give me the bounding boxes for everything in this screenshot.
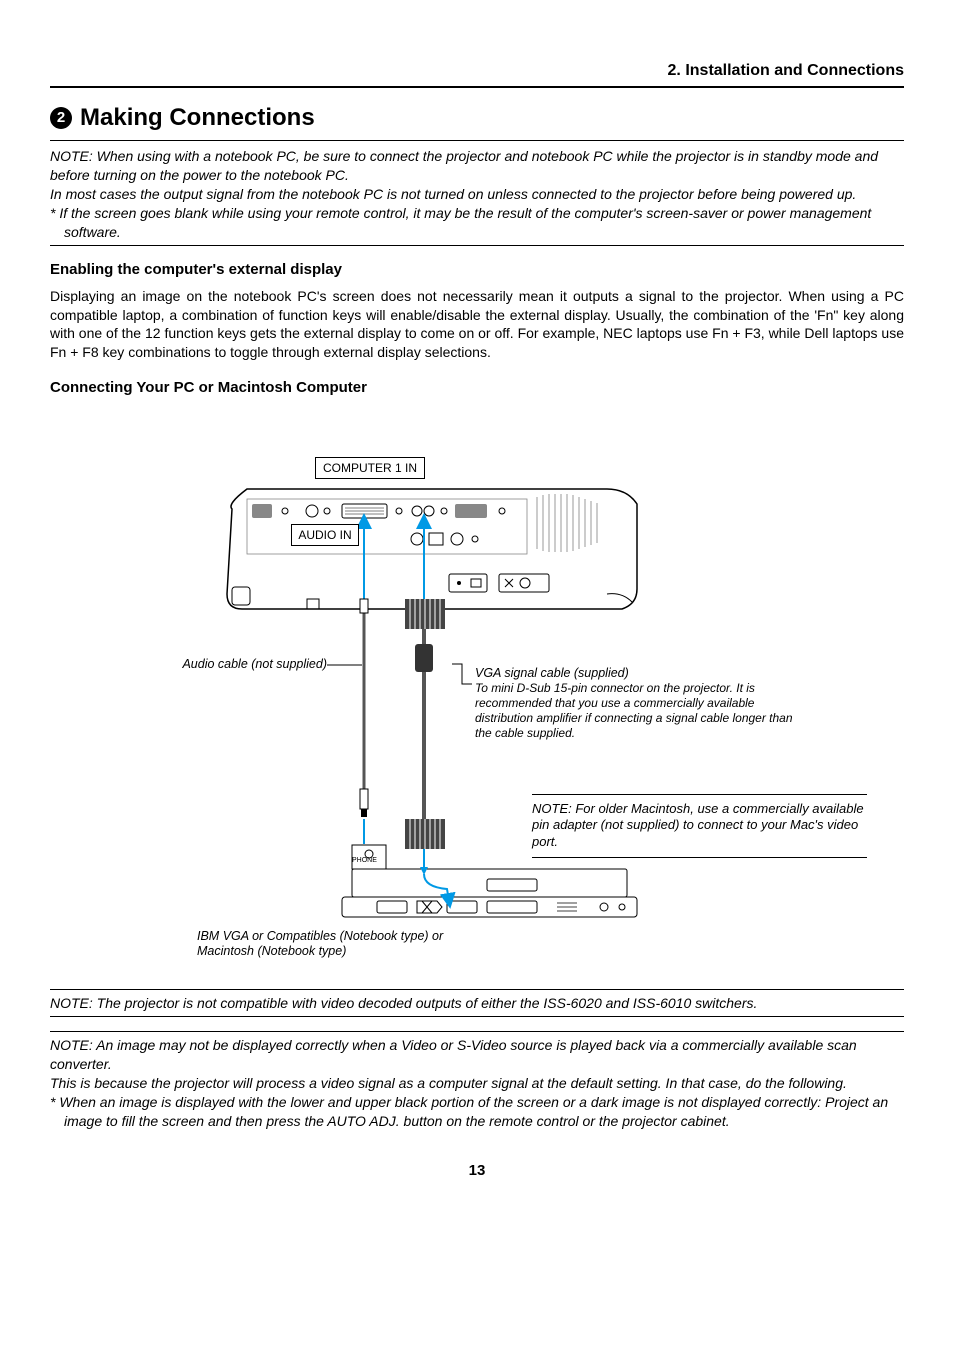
note-scan-converter: NOTE: An image may not be displayed corr…: [50, 1031, 904, 1130]
note-switchers: NOTE: The projector is not compatible wi…: [50, 989, 904, 1018]
mac-note-box: NOTE: For older Macintosh, use a commerc…: [532, 794, 867, 859]
note1-p3: * If the screen goes blank while using y…: [50, 204, 904, 242]
section-heading: 2 Making Connections: [50, 102, 904, 141]
vga-cable-title: VGA signal cable (supplied): [475, 666, 795, 682]
section-number-icon: 2: [50, 107, 72, 129]
note3-p3: * When an image is displayed with the lo…: [50, 1093, 904, 1131]
laptop-caption: IBM VGA or Compatibles (Notebook type) o…: [197, 929, 447, 960]
note1-p1: NOTE: When using with a notebook PC, be …: [50, 147, 904, 185]
chapter-header: 2. Installation and Connections: [50, 60, 904, 88]
note-block-1: NOTE: When using with a notebook PC, be …: [50, 147, 904, 246]
subheading-connecting-pc: Connecting Your PC or Macintosh Computer: [50, 378, 904, 398]
label-audio-in: AUDIO IN: [291, 524, 359, 546]
note3-p2: This is because the projector will proce…: [50, 1074, 904, 1093]
note1-p2: In most cases the output signal from the…: [50, 185, 904, 204]
vga-cable-desc: To mini D-Sub 15-pin connector on the pr…: [475, 681, 795, 741]
phone-label: PHONE: [352, 857, 377, 866]
section-title: Making Connections: [80, 104, 315, 131]
page-number: 13: [50, 1161, 904, 1181]
note3-p1: NOTE: An image may not be displayed corr…: [50, 1036, 904, 1074]
subheading-enabling-display: Enabling the computer's external display: [50, 260, 904, 280]
audio-cable-label: Audio cable (not supplied): [117, 657, 327, 673]
label-computer-1-in: COMPUTER 1 IN: [315, 457, 425, 479]
sub1-body: Displaying an image on the notebook PC's…: [50, 287, 904, 363]
connection-diagram: COMPUTER 1 IN AUDIO IN Audio cable (not …: [117, 449, 837, 979]
